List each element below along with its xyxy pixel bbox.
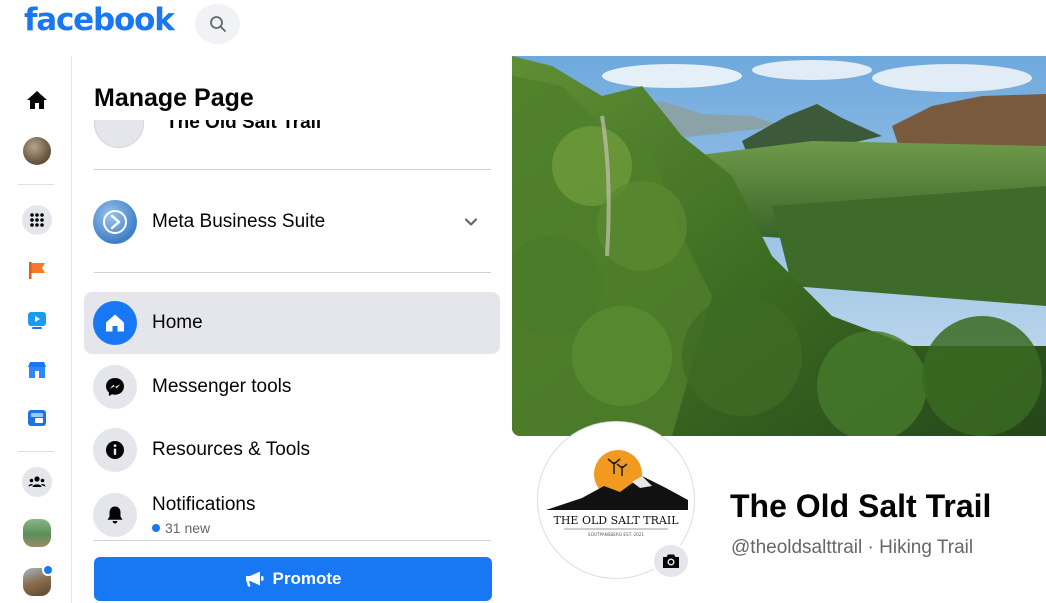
cover-landscape-image (512, 56, 1046, 436)
camera-icon (663, 554, 679, 568)
divider (94, 169, 491, 170)
unread-dot (42, 564, 54, 576)
profile-avatar (23, 137, 51, 165)
menu-item-notifications[interactable]: Notifications 31 new (84, 484, 500, 546)
manage-page-panel: Manage Page The Old Salt Trail Meta Busi… (72, 56, 510, 603)
menu-item-messenger-tools[interactable]: Messenger tools (84, 356, 500, 418)
rail-profile[interactable] (18, 133, 56, 169)
rail-divider (18, 184, 54, 185)
menu-item-label: Home (152, 312, 203, 333)
groups-icon (28, 476, 46, 487)
chevron-down-icon[interactable] (462, 213, 480, 231)
rail-menu[interactable] (18, 202, 56, 238)
page-name-partial: The Old Salt Trail (166, 120, 322, 133)
divider-3 (94, 540, 491, 541)
home-icon (106, 314, 124, 332)
rail-groups[interactable] (18, 464, 56, 500)
left-rail (0, 56, 72, 603)
megaphone-icon (245, 571, 264, 587)
rail-home[interactable] (18, 82, 56, 118)
rail-group-2[interactable] (18, 564, 56, 600)
search-button[interactable] (195, 4, 240, 44)
messenger-icon (106, 378, 124, 396)
menu-item-home[interactable]: Home (84, 292, 500, 354)
marketplace-icon (28, 362, 46, 378)
menu-item-label: Resources & Tools (152, 439, 311, 460)
messenger-icon-badge (93, 365, 137, 409)
rail-gaming[interactable] (18, 400, 56, 436)
rail-pages[interactable] (18, 252, 56, 288)
business-suite-logo (93, 200, 137, 244)
group-avatar (23, 519, 51, 547)
top-bar: facebook (0, 0, 1046, 56)
page-thumbnail (94, 120, 144, 148)
info-icon-badge (93, 428, 137, 472)
menu-grid-icon (30, 213, 44, 227)
rail-divider-2 (18, 451, 54, 452)
page-switcher-row[interactable]: The Old Salt Trail (94, 120, 490, 168)
business-suite-icon (103, 210, 127, 234)
menu-item-label: Messenger tools (152, 376, 292, 397)
search-icon (209, 16, 226, 32)
home-icon (27, 91, 47, 109)
rail-marketplace[interactable] (18, 352, 56, 388)
watch-icon (28, 312, 46, 329)
promote-label: Promote (272, 569, 342, 588)
page-handle-category: @theoldsalttrail · Hiking Trail (731, 537, 974, 558)
profile-header: THE OLD SALT TRAIL SOUTPANSBERG EST. 202… (512, 422, 1046, 603)
business-suite-label: Meta Business Suite (152, 211, 326, 232)
page-name: The Old Salt Trail (730, 488, 992, 524)
cover-photo[interactable] (512, 56, 1046, 436)
flag-pages-icon (29, 262, 45, 279)
notifications-count: 31 new (152, 520, 256, 536)
logo-title-text: THE OLD SALT TRAIL (553, 514, 679, 527)
panel-title: Manage Page (94, 84, 254, 112)
unread-dot (152, 524, 160, 532)
bell-icon-badge (93, 493, 137, 537)
rail-group-1[interactable] (18, 515, 56, 551)
info-icon (106, 441, 124, 459)
business-suite-row[interactable]: Meta Business Suite (84, 191, 500, 253)
menu-item-label: Notifications (152, 494, 256, 515)
bell-icon (107, 506, 123, 524)
logo-subtext: SOUTPANSBERG EST. 2021 (588, 532, 645, 537)
gaming-icon (28, 410, 46, 426)
divider-2 (94, 272, 491, 273)
promote-button[interactable]: Promote (94, 557, 492, 601)
rail-watch[interactable] (18, 302, 56, 338)
menu-item-resources-tools[interactable]: Resources & Tools (84, 419, 500, 481)
update-photo-button[interactable] (652, 543, 690, 579)
home-icon-badge (93, 301, 137, 345)
facebook-logo[interactable]: facebook (24, 2, 175, 38)
